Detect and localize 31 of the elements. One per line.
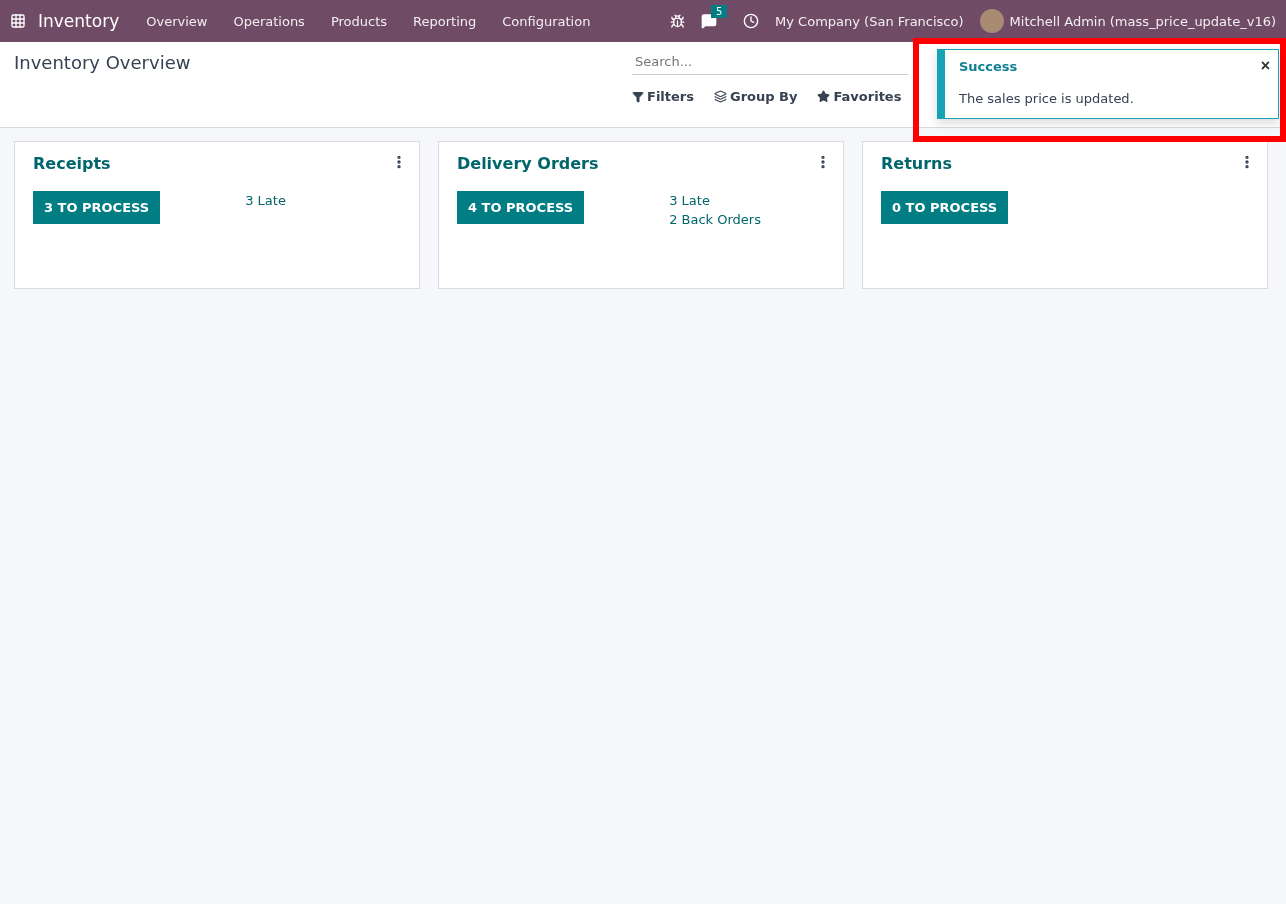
bug-icon[interactable] — [670, 13, 686, 29]
group-button[interactable]: Group By — [714, 89, 798, 104]
user-name[interactable]: Mitchell Admin (mass_price_update_v16) — [1009, 13, 1276, 29]
to-process-button[interactable]: 4 TO PROCESS — [457, 191, 585, 224]
favorite-button[interactable]: Favorites — [817, 89, 902, 104]
app-name[interactable]: Inventory — [38, 11, 120, 31]
filter-button[interactable]: Filters — [632, 89, 694, 104]
company-name[interactable]: My Company (San Francisco) — [775, 13, 964, 29]
message-count-badge: 5 — [711, 5, 728, 18]
card-title[interactable]: Receipts — [33, 154, 401, 173]
menu-item[interactable]: Products — [317, 13, 401, 29]
to-process-button[interactable]: 3 TO PROCESS — [33, 191, 161, 224]
filter-icon — [632, 90, 644, 103]
star-icon — [817, 90, 831, 103]
card-title[interactable]: Delivery Orders — [457, 154, 825, 173]
menu-item[interactable]: Configuration — [489, 13, 604, 29]
apps-menu-icon[interactable] — [10, 13, 26, 29]
close-button[interactable]: × — [1260, 58, 1270, 74]
clock-icon[interactable] — [743, 13, 760, 29]
to-process-button[interactable]: 0 TO PROCESS — [881, 191, 1009, 224]
layers-icon — [714, 90, 727, 103]
status-link[interactable]: 3 Late — [669, 193, 761, 208]
status-link[interactable]: 2 Back Orders — [669, 212, 761, 227]
card-title[interactable]: Returns — [881, 154, 1249, 173]
menu-item[interactable]: Overview — [133, 13, 221, 29]
menu-item[interactable]: Operations — [220, 13, 318, 29]
notification-message: The sales price is updated. — [959, 91, 1135, 106]
page-title: Inventory Overview — [14, 52, 191, 75]
menu-item[interactable]: Reporting — [400, 13, 490, 29]
status-link[interactable]: 3 Late — [245, 193, 286, 208]
notification-title: Success — [959, 59, 1019, 74]
